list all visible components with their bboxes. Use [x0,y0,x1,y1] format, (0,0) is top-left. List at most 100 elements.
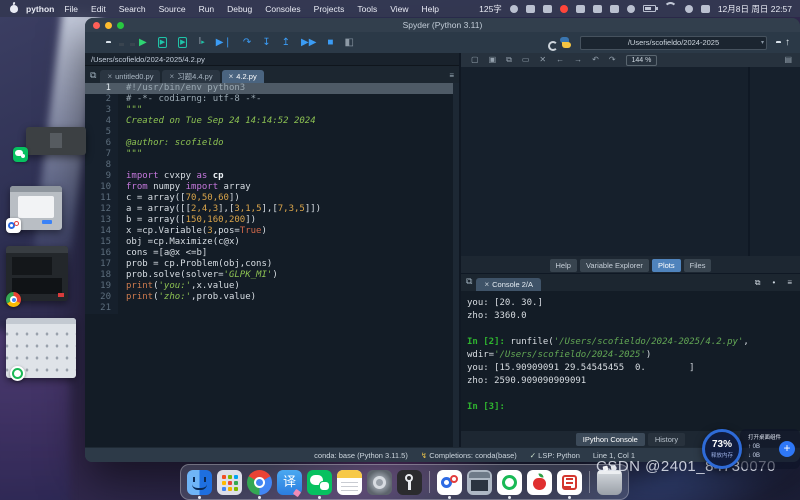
plots-zoom-level[interactable]: 144 % [626,55,658,66]
code-line[interactable]: 10from numpy import array [85,182,459,193]
plots-save-button[interactable]: ▢ [471,56,479,64]
console-output[interactable]: you: [20. 30.]zho: 3360.0In [2]: runfile… [461,291,800,431]
pane-tab-help[interactable]: Help [550,259,577,272]
dock-launchpad-icon[interactable] [217,470,242,495]
console-bottom-tab-history[interactable]: History [648,433,685,446]
close-tab-icon[interactable]: × [229,73,234,81]
dock-chrome-icon[interactable] [247,470,272,495]
debug-file-button[interactable]: ▶❘ [216,38,232,48]
code-line[interactable]: 14x =cp.Variable(3,pos=True) [85,226,459,237]
close-tab-icon[interactable]: × [169,73,174,81]
battery-icon[interactable] [643,5,656,12]
code-line[interactable]: 12a = array([[2,4,3],[3,1,5],[7,3,5]]) [85,204,459,215]
editor-tab[interactable]: ×4.2.py [222,70,264,83]
dock-netdisk-icon[interactable] [437,470,462,495]
menu-item[interactable]: View [390,4,408,14]
code-editor[interactable]: 1#!/usr/bin/env python32# -*- codiarng: … [85,83,459,448]
plots-options-icon[interactable]: ▤ [784,56,792,64]
working-directory-select[interactable]: /Users/scofieldo/2024-2025 [580,36,767,50]
editor-options-icon[interactable]: ≡ [449,71,454,80]
stage-manager-icon[interactable] [610,5,619,13]
input-method-indicator[interactable]: 125字 [479,3,502,15]
menu-item[interactable]: Run [199,4,215,14]
dock-minimized-window-icon[interactable] [467,470,492,495]
code-line[interactable]: 21 [85,303,459,314]
keyboard-icon[interactable] [543,5,552,13]
plots-next-button[interactable]: → [574,56,582,64]
plots-zoom-out-button[interactable]: ↶ [592,56,599,64]
debug-step-out-button[interactable]: ↥ [282,38,290,48]
code-line[interactable]: 8 [85,160,459,171]
code-line[interactable]: 15obj =cp.Maximize(c@x) [85,237,459,248]
menu-item[interactable]: Debug [227,4,252,14]
dock-notes-icon[interactable] [337,470,362,495]
dock-green-ring-icon[interactable] [497,470,522,495]
close-tab-icon[interactable]: × [107,73,112,81]
dock-translate-icon[interactable]: 译 [277,470,302,495]
add-widget-button[interactable]: + [779,441,795,457]
control-center-icon[interactable] [701,5,710,13]
menu-item[interactable]: Projects [314,4,345,14]
dock-seal-app-icon[interactable] [557,470,582,495]
code-line[interactable]: 19print('you:',x.value) [85,281,459,292]
dock-wechat-icon[interactable] [307,470,332,495]
run-file-button[interactable]: ▶ [139,38,147,48]
pane-tab-plots[interactable]: Plots [652,259,681,272]
pane-tab-variable-explorer[interactable]: Variable Explorer [580,259,649,272]
menu-item[interactable]: Help [422,4,439,14]
maximize-pane-button[interactable]: ◧ [344,38,353,48]
run-cell-advance-button[interactable]: ▶ [178,37,187,48]
dock-settings-icon[interactable] [367,470,392,495]
wifi-icon[interactable] [664,2,677,15]
menu-item[interactable]: Edit [91,4,106,14]
run-selection-button[interactable]: I▸ [198,37,204,48]
app-menu-name[interactable]: python [26,4,54,14]
console-inspect-icon[interactable]: ⧉ [755,278,761,288]
menu-item[interactable]: File [64,4,78,14]
memory-clean-button[interactable]: 73% 释放内存 [702,429,742,469]
code-line[interactable]: 17prob = cp.Problem(obj,cons) [85,259,459,270]
dock-keychain-icon[interactable] [397,470,422,495]
shapes-icon[interactable] [576,5,585,13]
code-line[interactable]: 6@author: scofieldo [85,138,459,149]
plots-copy-button[interactable]: ⧉ [506,56,512,64]
debug-step-over-button[interactable]: ↷ [243,38,251,48]
code-line[interactable]: 2# -*- codiarng: utf-8 -*- [85,94,459,105]
dock-finder-icon[interactable] [187,470,212,495]
dock-apple-app-icon[interactable] [527,470,552,495]
code-line[interactable]: 20print('zho:',prob.value) [85,292,459,303]
editor-tab[interactable]: ×习题4.4.py [162,70,219,83]
mic-icon[interactable] [526,5,535,13]
face-icon[interactable] [510,5,518,13]
record-icon[interactable] [560,5,568,13]
stop-button[interactable]: ■ [327,38,333,48]
plots-remove-button[interactable]: ▭ [522,56,530,64]
browse-tabs-icon[interactable]: ⧉ [90,70,96,81]
code-line[interactable]: 13b = array([150,160,200]) [85,215,459,226]
code-line[interactable]: 1#!/usr/bin/env python3 [85,83,459,94]
run-cell-button[interactable]: ▶ [158,37,167,48]
plots-close-button[interactable]: ✕ [539,56,546,64]
code-line[interactable]: 3""" [85,105,459,116]
apple-menu-icon[interactable] [10,5,18,13]
python-interpreter-icon[interactable] [560,37,571,48]
debug-step-into-button[interactable]: ↧ [262,38,270,48]
menu-clock[interactable]: 12月8日 周日 22:57 [718,3,792,15]
search-icon[interactable] [685,5,693,13]
code-line[interactable]: 11c = array([70,50,60]) [85,193,459,204]
console-tab[interactable]: ×Console 2/A [476,278,541,291]
plots-save-all-button[interactable]: ▣ [489,56,497,64]
console-status-icon[interactable]: • [773,278,776,288]
code-line[interactable]: 5 [85,127,459,138]
close-tab-icon[interactable]: × [484,281,489,289]
code-line[interactable]: 16cons =[a@x <=b] [85,248,459,259]
menu-item[interactable]: Consoles [265,4,300,14]
cloud-icon[interactable] [593,5,602,13]
bluetooth-icon[interactable] [627,5,635,13]
plots-previous-button[interactable]: ← [556,56,564,64]
window-titlebar[interactable]: Spyder (Python 3.11) [85,18,800,32]
editor-scrollbar[interactable] [453,83,459,448]
code-line[interactable]: 18prob.solve(solver='GLPK_MI') [85,270,459,281]
plots-divider[interactable] [748,67,750,256]
menu-item[interactable]: Search [119,4,146,14]
